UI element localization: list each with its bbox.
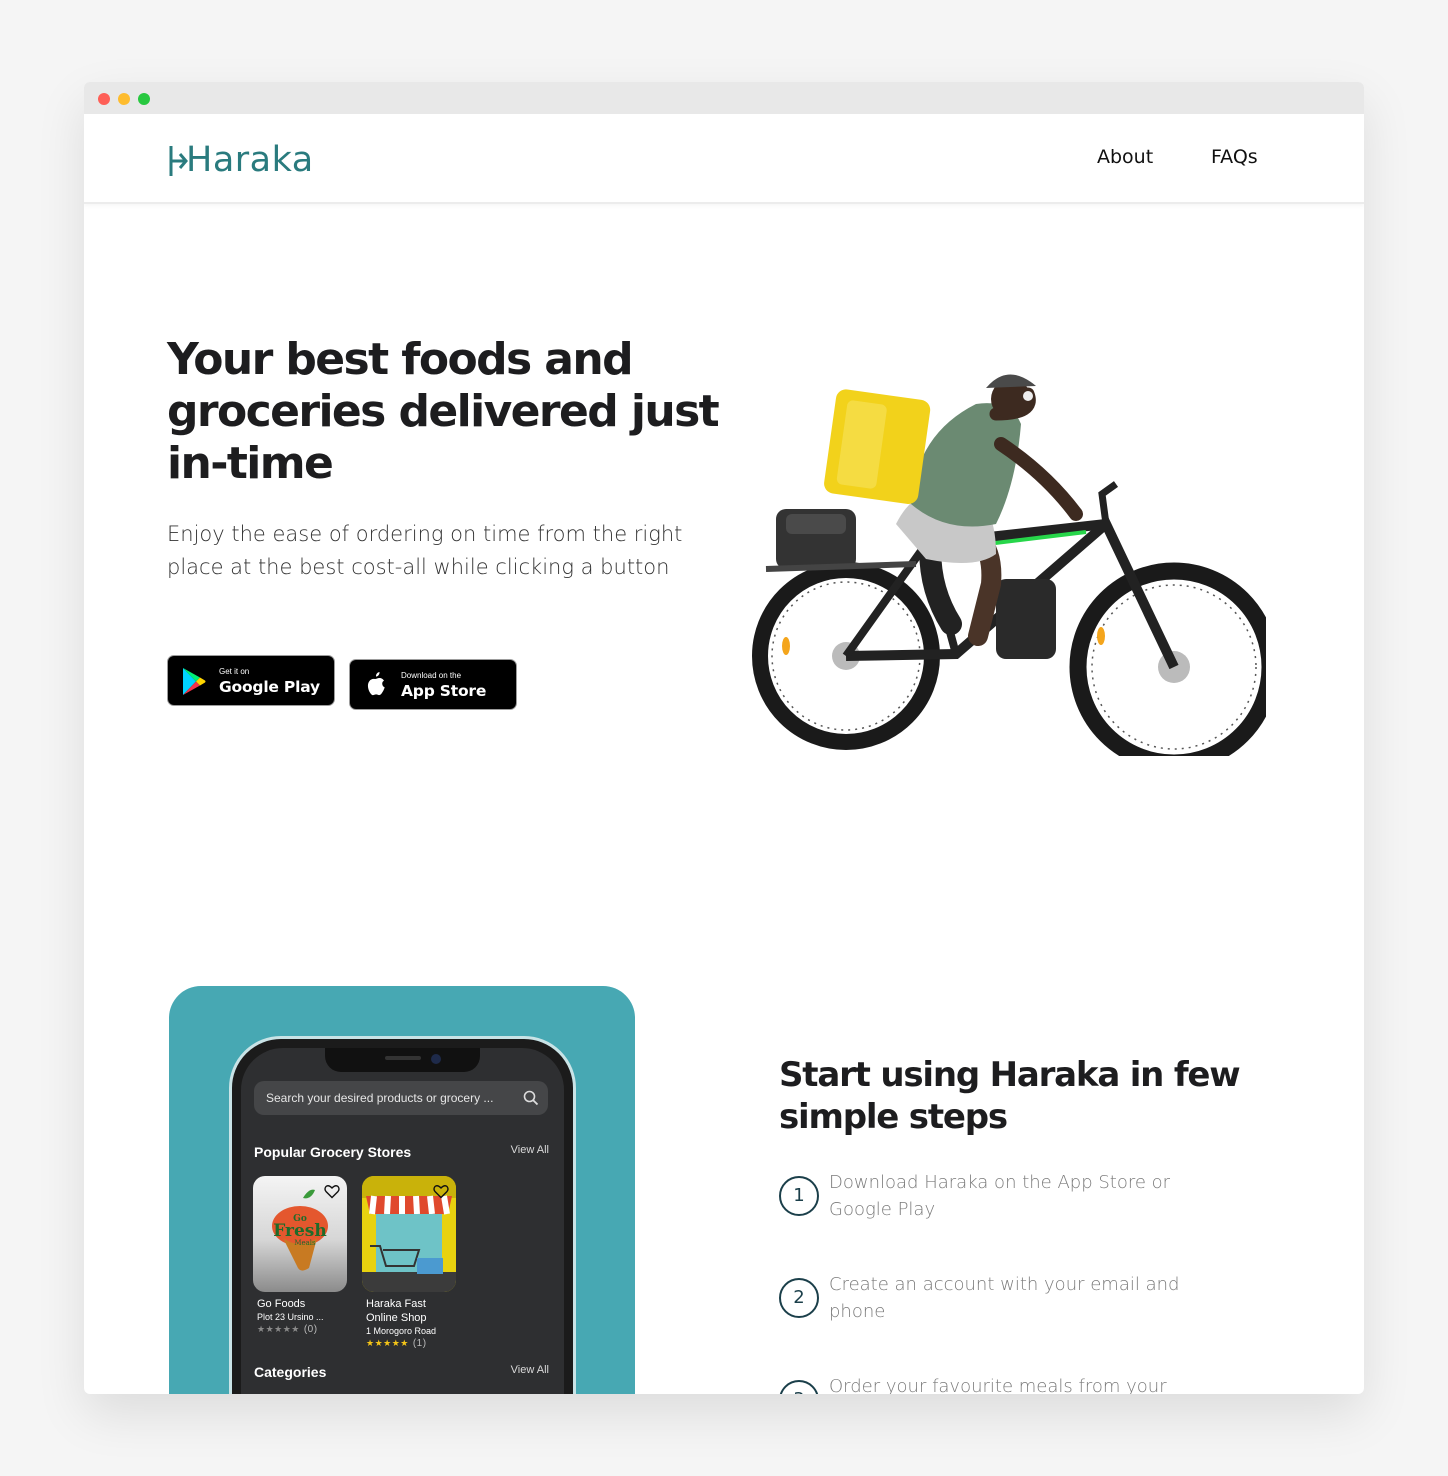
favorite-heart-icon[interactable] [324,1184,340,1199]
app-search-bar[interactable]: Search your desired products or grocery … [254,1081,548,1115]
step-number: 1 [779,1176,819,1216]
hero-title: Your best foods and groceries delivered … [167,334,720,489]
app-store-label: App Store [401,682,487,700]
logo-wordmark: Haraka [186,140,314,180]
search-icon [523,1090,539,1106]
nav-about-link[interactable]: About [1097,146,1153,168]
svg-text:Meals: Meals [294,1239,316,1247]
categories-view-all[interactable]: View All [511,1364,549,1376]
window-titlebar [84,82,1364,114]
apple-icon [367,672,385,696]
step-number: 2 [779,1278,819,1318]
step-text: Order your favourite meals from your [829,1376,1167,1394]
store-card-go-foods[interactable]: Go Fresh Meals [253,1176,347,1292]
store-card-haraka-fast[interactable] [362,1176,456,1292]
categories-title: Categories [254,1364,327,1380]
step-text: Download Haraka on the App Store or Goog… [829,1172,1171,1220]
store-rating-haraka-fast: ★★★★★ (1) [366,1338,427,1349]
popular-stores-view-all[interactable]: View All [511,1144,549,1156]
maximize-window-button[interactable] [138,93,150,105]
store-address-haraka-fast: 1 Morogoro Road [366,1326,437,1336]
google-play-small-label: Get it on [219,667,250,676]
store-name-haraka-fast-line2: Online Shop [366,1312,427,1324]
google-play-icon [183,668,206,695]
google-play-button[interactable]: Get it on Google Play [167,655,335,706]
phone-notch [325,1048,480,1072]
nav-faqs-link[interactable]: FAQs [1211,146,1258,168]
store-rating-go-foods: ★★★★★ (0) [257,1324,318,1335]
app-store-small-label: Download on the [401,671,462,680]
phone-mockup: Search your desired products or grocery … [229,1036,576,1394]
browser-window: Haraka About FAQs Your best foods and gr… [84,82,1364,1394]
step-text: Create an account with your email and ph… [829,1274,1180,1322]
hero-subtitle: Enjoy the ease of ordering on time from … [167,522,683,579]
store-name-go-foods: Go Foods [257,1298,306,1310]
haraka-logo[interactable]: Haraka [168,140,320,180]
app-store-button[interactable]: Download on the App Store [349,659,517,710]
favorite-heart-icon[interactable] [433,1184,449,1199]
svg-text:Fresh: Fresh [273,1221,326,1241]
phone-screen: Search your desired products or grocery … [241,1048,564,1394]
store-name-haraka-fast-line1: Haraka Fast [366,1298,426,1310]
site-header: Haraka About FAQs [84,114,1364,204]
store-address-go-foods: Plot 23 Ursino ... [257,1312,324,1322]
step-number: 3 [779,1380,819,1394]
steps-title: Start using Haraka in few simple steps [779,1055,1241,1137]
popular-stores-title: Popular Grocery Stores [254,1144,412,1160]
close-window-button[interactable] [98,93,110,105]
app-preview-card: Search your desired products or grocery … [169,986,635,1394]
minimize-window-button[interactable] [118,93,130,105]
app-search-placeholder: Search your desired products or grocery … [266,1091,494,1105]
delivery-rider-image [746,374,1279,772]
google-play-label: Google Play [219,678,320,696]
